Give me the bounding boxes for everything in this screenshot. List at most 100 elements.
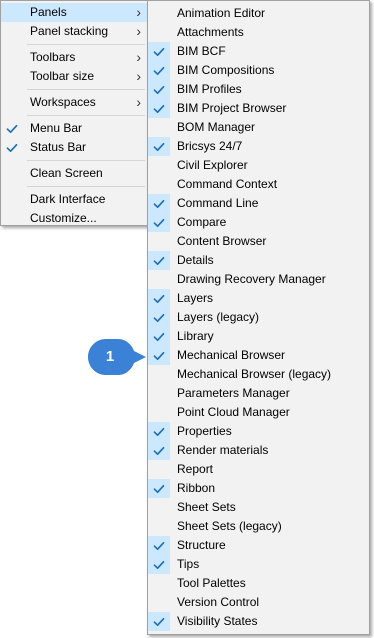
- checkmark-icon: [148, 251, 170, 270]
- menu-item-mechanical-browser[interactable]: Mechanical Browser: [148, 346, 369, 365]
- menu-item-library[interactable]: Library: [148, 327, 369, 346]
- check-area: [148, 574, 170, 593]
- menu-separator: [27, 115, 145, 116]
- menu-item-label: Menu Bar: [30, 121, 83, 135]
- checkmark-icon: [148, 346, 170, 365]
- menu-item-label: Attachments: [177, 25, 244, 39]
- menu-item-sheet-sets-legacy[interactable]: Sheet Sets (legacy): [148, 517, 369, 536]
- check-area: [1, 93, 23, 112]
- menu-item-dark-interface[interactable]: Dark Interface: [1, 190, 147, 209]
- check-area: [148, 403, 170, 422]
- menu-item-label: Tips: [177, 557, 200, 571]
- menu-item-label: Civil Explorer: [177, 158, 248, 172]
- checkmark-icon: [148, 213, 170, 232]
- callout-badge: 1: [88, 339, 146, 375]
- check-area: [148, 498, 170, 517]
- menu-item-label: Clean Screen: [30, 166, 103, 180]
- menu-item-label: Customize...: [30, 211, 97, 225]
- menu-separator: [27, 186, 145, 187]
- checkmark-icon: [148, 289, 170, 308]
- checkmark-icon: [148, 308, 170, 327]
- menu-item-bim-profiles[interactable]: BIM Profiles: [148, 80, 369, 99]
- menu-item-toolbars[interactable]: Toolbars ›: [1, 48, 147, 67]
- check-area: [148, 593, 170, 612]
- menu-item-label: Toolbars: [30, 50, 76, 64]
- menu-item-menu-bar[interactable]: Menu Bar: [1, 119, 147, 138]
- menu-item-workspaces[interactable]: Workspaces ›: [1, 93, 147, 112]
- checkmark-icon: [148, 441, 170, 460]
- check-area: [148, 517, 170, 536]
- menu-item-label: Visibility States: [177, 614, 258, 628]
- menu-item-clean-screen[interactable]: Clean Screen: [1, 164, 147, 183]
- check-area: [148, 23, 170, 42]
- menu-item-bim-compositions[interactable]: BIM Compositions: [148, 61, 369, 80]
- menu-item-mechanical-browser-legacy[interactable]: Mechanical Browser (legacy): [148, 365, 369, 384]
- menu-item-label: Compare: [177, 215, 227, 229]
- menu-item-command-line[interactable]: Command Line: [148, 194, 369, 213]
- menu-item-ribbon[interactable]: Ribbon: [148, 479, 369, 498]
- menu-item-details[interactable]: Details: [148, 251, 369, 270]
- menu-item-tool-palettes[interactable]: Tool Palettes: [148, 574, 369, 593]
- menu-item-label: BIM Compositions: [177, 63, 275, 77]
- chevron-right-icon: ›: [136, 23, 141, 39]
- menu-item-tips[interactable]: Tips: [148, 555, 369, 574]
- menu-item-label: Command Context: [177, 177, 278, 191]
- check-area: [1, 67, 23, 86]
- chevron-right-icon: ›: [136, 68, 141, 84]
- menu-item-bricsys-24-7[interactable]: Bricsys 24/7: [148, 137, 369, 156]
- menu-item-parameters-manager[interactable]: Parameters Manager: [148, 384, 369, 403]
- menu-item-animation-editor[interactable]: Animation Editor: [148, 4, 369, 23]
- check-area: [148, 270, 170, 289]
- menu-item-structure[interactable]: Structure: [148, 536, 369, 555]
- menu-item-label: BIM BCF: [177, 44, 226, 58]
- check-area: [148, 156, 170, 175]
- menu-item-compare[interactable]: Compare: [148, 213, 369, 232]
- menu-item-label: Workspaces: [30, 95, 96, 109]
- checkmark-icon: [148, 137, 170, 156]
- menu-item-bim-bcf[interactable]: BIM BCF: [148, 42, 369, 61]
- menu-item-report[interactable]: Report: [148, 460, 369, 479]
- menu-item-label: Library: [177, 329, 214, 343]
- menu-item-customize[interactable]: Customize...: [1, 209, 147, 228]
- menu-item-render-materials[interactable]: Render materials: [148, 441, 369, 460]
- check-area: [1, 22, 23, 41]
- menu-item-layers-legacy[interactable]: Layers (legacy): [148, 308, 369, 327]
- menu-item-content-browser[interactable]: Content Browser: [148, 232, 369, 251]
- check-area: [148, 4, 170, 23]
- menu-item-panels[interactable]: Panels ›: [1, 3, 147, 22]
- menu-item-properties[interactable]: Properties: [148, 422, 369, 441]
- menu-item-attachments[interactable]: Attachments: [148, 23, 369, 42]
- menu-item-label: Details: [177, 253, 214, 267]
- menu-item-sheet-sets[interactable]: Sheet Sets: [148, 498, 369, 517]
- menu-item-layers[interactable]: Layers: [148, 289, 369, 308]
- menu-item-label: BIM Project Browser: [177, 101, 287, 115]
- menu-item-panel-stacking[interactable]: Panel stacking ›: [1, 22, 147, 41]
- menu-item-label: Mechanical Browser: [177, 348, 286, 362]
- menu-item-toolbar-size[interactable]: Toolbar size ›: [1, 67, 147, 86]
- menu-item-label: Mechanical Browser (legacy): [177, 367, 332, 381]
- menu-item-label: Point Cloud Manager: [177, 405, 290, 419]
- menu-item-point-cloud-manager[interactable]: Point Cloud Manager: [148, 403, 369, 422]
- menu-item-label: Report: [177, 462, 214, 476]
- menu-item-drawing-recovery-manager[interactable]: Drawing Recovery Manager: [148, 270, 369, 289]
- menu-item-visibility-states[interactable]: Visibility States: [148, 612, 369, 631]
- menu-item-label: Content Browser: [177, 234, 267, 248]
- menu-separator: [27, 89, 145, 90]
- checkmark-icon: [148, 422, 170, 441]
- checkmark-icon: [148, 555, 170, 574]
- menu-item-civil-explorer[interactable]: Civil Explorer: [148, 156, 369, 175]
- menu-item-label: Dark Interface: [30, 192, 106, 206]
- chevron-right-icon: ›: [136, 4, 141, 20]
- menu-item-label: Sheet Sets: [177, 500, 236, 514]
- menu-item-version-control[interactable]: Version Control: [148, 593, 369, 612]
- menu-item-bim-project-browser[interactable]: BIM Project Browser: [148, 99, 369, 118]
- checkmark-icon: [148, 612, 170, 631]
- menu-item-label: Properties: [177, 424, 232, 438]
- menu-item-bom-manager[interactable]: BOM Manager: [148, 118, 369, 137]
- menu-item-label: Animation Editor: [177, 6, 266, 20]
- menu-item-label: Toolbar size: [30, 69, 95, 83]
- menu-item-label: Layers (legacy): [177, 310, 260, 324]
- menu-item-label: Tool Palettes: [177, 576, 246, 590]
- menu-item-status-bar[interactable]: Status Bar: [1, 138, 147, 157]
- menu-item-command-context[interactable]: Command Context: [148, 175, 369, 194]
